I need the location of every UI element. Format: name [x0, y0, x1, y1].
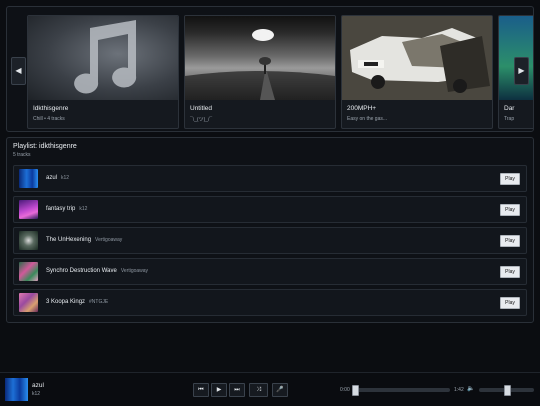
- track-title: Synchro Destruction Wave Vertigoaway: [46, 268, 149, 274]
- track-thumbnail: [19, 200, 38, 219]
- card-artwork: [28, 16, 178, 100]
- track-row[interactable]: fantasy trip k12 Play: [13, 196, 527, 223]
- play-button[interactable]: ▶: [211, 383, 227, 397]
- shuffle-button[interactable]: ⤨: [249, 383, 268, 397]
- track-artist: #NTGJE: [89, 299, 109, 305]
- card-subtitle: ¯\_(ツ)_/¯: [190, 117, 213, 123]
- previous-track-button[interactable]: ⏮: [193, 383, 209, 397]
- card-title: Idkthisgenre: [33, 105, 69, 112]
- track-play-button[interactable]: Play: [500, 266, 520, 278]
- track-thumbnail: [19, 262, 38, 281]
- track-title: 3 Koopa Kingz #NTGJE: [46, 299, 109, 305]
- track-thumbnail: [19, 169, 38, 188]
- track-play-button[interactable]: Play: [500, 173, 520, 185]
- volume-handle[interactable]: [504, 385, 511, 396]
- track-row[interactable]: azul k12 Play: [13, 165, 527, 192]
- track-play-button[interactable]: Play: [500, 297, 520, 309]
- track-play-button[interactable]: Play: [500, 235, 520, 247]
- playlist-panel: Playlist: idkthisgenre 5 tracks azul k12 …: [6, 137, 534, 323]
- next-track-button[interactable]: ⏭: [229, 383, 245, 397]
- playlist-card-200mph[interactable]: 200MPH+ Easy on the gas...: [341, 15, 493, 129]
- track-thumbnail: [19, 231, 38, 250]
- card-title: Untitled: [190, 105, 213, 112]
- track-title: fantasy trip k12: [46, 206, 88, 212]
- now-playing-artwork: [5, 378, 28, 401]
- playlist-card-untitled[interactable]: Untitled ¯\_(ツ)_/¯: [184, 15, 336, 129]
- track-row[interactable]: 3 Koopa Kingz #NTGJE Play: [13, 289, 527, 316]
- volume-icon[interactable]: 🔈: [467, 385, 474, 392]
- tree-road-image: [185, 29, 335, 100]
- carousel-next-button[interactable]: ▶: [514, 57, 529, 85]
- card-title: Dar: [504, 105, 515, 112]
- track-artist: k12: [79, 206, 88, 212]
- playlist-card-idkthisgenre[interactable]: Idkthisgenre Chill • 4 tracks: [27, 15, 179, 129]
- carousel-prev-button[interactable]: ◀: [11, 57, 26, 85]
- playlist-title: Playlist: idkthisgenre: [13, 143, 77, 150]
- track-artist: Vertigoaway: [95, 237, 123, 243]
- now-playing-artist: k12: [32, 391, 41, 397]
- track-title: azul k12: [46, 175, 70, 181]
- track-title: The UnHexening Vertigoaway: [46, 237, 123, 243]
- duration: 1:42: [454, 387, 464, 393]
- card-artwork: [342, 16, 492, 100]
- seek-bar[interactable]: [352, 388, 450, 392]
- playlist-track-count: 5 tracks: [13, 152, 31, 158]
- playlist-carousel: Idkthisgenre Chill • 4 tracks Untitled ¯…: [6, 6, 534, 132]
- player-bar: azul k12 ⏮ ▶ ⏭ ⤨ 🎤 0:00 1:42 🔈: [0, 372, 540, 406]
- seek-handle[interactable]: [352, 385, 359, 396]
- card-subtitle: Trap: [504, 116, 515, 122]
- now-playing-title: azul: [32, 382, 44, 389]
- card-subtitle: Chill • 4 tracks: [33, 116, 65, 122]
- track-thumbnail: [19, 293, 38, 312]
- wrecked-car-image: [342, 16, 492, 100]
- track-artist: k12: [61, 175, 70, 181]
- microphone-button[interactable]: 🎤: [272, 383, 288, 397]
- card-title: 200MPH+: [347, 105, 377, 112]
- track-row[interactable]: The UnHexening Vertigoaway Play: [13, 227, 527, 254]
- track-artist: Vertigoaway: [120, 268, 149, 274]
- card-subtitle: Easy on the gas...: [347, 116, 388, 122]
- current-time: 0:00: [340, 387, 350, 393]
- music-note-icon: [74, 20, 137, 94]
- card-artwork: [185, 16, 335, 100]
- track-play-button[interactable]: Play: [500, 204, 520, 216]
- track-row[interactable]: Synchro Destruction Wave Vertigoaway Play: [13, 258, 527, 285]
